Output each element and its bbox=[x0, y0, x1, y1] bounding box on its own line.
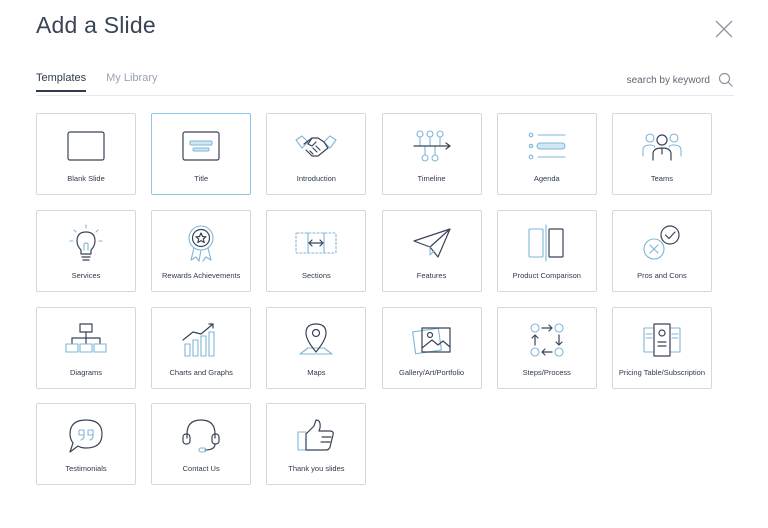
template-label: Maps bbox=[307, 367, 326, 377]
timeline-icon bbox=[412, 130, 451, 162]
process-cycle-icon bbox=[530, 323, 564, 357]
template-card-thank-you-slides[interactable]: Thank you slides bbox=[266, 403, 367, 486]
template-card-teams[interactable]: Teams bbox=[611, 113, 712, 195]
sections-arrows-icon bbox=[295, 232, 337, 254]
tab-my-library[interactable]: My Library bbox=[106, 72, 157, 92]
template-label: Pricing Table/Subscription bbox=[618, 367, 706, 377]
search-input[interactable] bbox=[624, 74, 710, 86]
template-card-diagrams[interactable]: Diagrams bbox=[36, 306, 136, 389]
map-pin-icon bbox=[299, 322, 333, 355]
template-label: Features bbox=[416, 270, 447, 280]
template-card-features[interactable]: Features bbox=[381, 209, 482, 292]
template-card-steps-process[interactable]: Steps/Process bbox=[496, 306, 597, 389]
template-card-maps[interactable]: Maps bbox=[266, 306, 367, 389]
template-card-services[interactable]: Services bbox=[36, 209, 136, 292]
agenda-list-icon bbox=[528, 132, 566, 160]
pros-cons-icon bbox=[643, 225, 680, 260]
template-card-testimonials[interactable]: Testimonials bbox=[36, 403, 136, 486]
template-card-title[interactable]: Title bbox=[151, 113, 252, 195]
headset-icon bbox=[182, 419, 220, 453]
template-label: Introduction bbox=[296, 174, 336, 183]
template-card-agenda[interactable]: Agenda bbox=[496, 113, 597, 195]
pricing-table-icon bbox=[643, 322, 681, 357]
template-label: Rewards Achievements bbox=[162, 270, 241, 280]
team-people-icon bbox=[642, 133, 682, 161]
template-label: Agenda bbox=[533, 174, 560, 183]
bar-chart-icon bbox=[182, 322, 215, 357]
paper-plane-icon bbox=[412, 228, 451, 258]
blank-slide-icon bbox=[67, 131, 105, 161]
template-grid: Blank Slide Title Introduction Timeline … bbox=[36, 113, 712, 486]
template-label: Gallery/Art/Portfolio bbox=[399, 367, 465, 377]
template-card-gallery-art-portfolio[interactable]: Gallery/Art/Portfolio bbox=[381, 306, 482, 389]
template-label: Testimonials bbox=[65, 464, 107, 474]
template-card-sections[interactable]: Sections bbox=[266, 209, 367, 292]
tab-templates[interactable]: Templates bbox=[36, 72, 87, 92]
template-card-pros-and-cons[interactable]: Pros and Cons bbox=[611, 209, 712, 292]
template-label: Title bbox=[194, 174, 209, 183]
template-card-rewards-achievements[interactable]: Rewards Achievements bbox=[151, 209, 252, 292]
org-chart-icon bbox=[65, 322, 107, 353]
template-label: Blank Slide bbox=[67, 174, 105, 183]
award-ribbon-icon bbox=[188, 225, 214, 262]
template-label: Steps/Process bbox=[522, 367, 571, 377]
comparison-panels-icon bbox=[528, 224, 564, 262]
template-label: Sections bbox=[301, 270, 331, 280]
title-slide-icon bbox=[182, 131, 220, 161]
handshake-icon bbox=[295, 135, 337, 157]
template-label: Contact Us bbox=[182, 464, 220, 474]
lightbulb-icon bbox=[69, 224, 103, 261]
template-label: Timeline bbox=[417, 174, 446, 183]
thumbs-up-icon bbox=[297, 419, 335, 451]
search-box bbox=[624, 72, 734, 88]
template-card-product-comparison[interactable]: Product Comparison bbox=[496, 209, 597, 292]
search-icon[interactable] bbox=[718, 72, 734, 88]
template-card-timeline[interactable]: Timeline bbox=[381, 113, 482, 195]
template-label: Services bbox=[71, 270, 101, 280]
template-label: Pros and Cons bbox=[637, 270, 687, 280]
template-card-introduction[interactable]: Introduction bbox=[266, 113, 367, 195]
dialog-title: Add a Slide bbox=[36, 12, 156, 38]
template-card-blank-slide[interactable]: Blank Slide bbox=[36, 113, 136, 195]
template-label: Thank you slides bbox=[288, 464, 345, 474]
template-label: Teams bbox=[650, 174, 673, 183]
template-label: Charts and Graphs bbox=[169, 367, 233, 377]
tab-bar: Templates My Library bbox=[36, 72, 157, 92]
template-card-pricing-table-subscription[interactable]: Pricing Table/Subscription bbox=[611, 306, 712, 389]
tab-divider bbox=[36, 95, 734, 96]
template-card-charts-and-graphs[interactable]: Charts and Graphs bbox=[151, 306, 252, 389]
template-card-contact-us[interactable]: Contact Us bbox=[151, 403, 252, 486]
template-label: Diagrams bbox=[69, 367, 103, 377]
gallery-picture-icon bbox=[411, 326, 451, 354]
template-label: Product Comparison bbox=[512, 270, 581, 280]
close-icon[interactable] bbox=[714, 19, 734, 39]
quote-bubble-icon bbox=[69, 419, 103, 453]
